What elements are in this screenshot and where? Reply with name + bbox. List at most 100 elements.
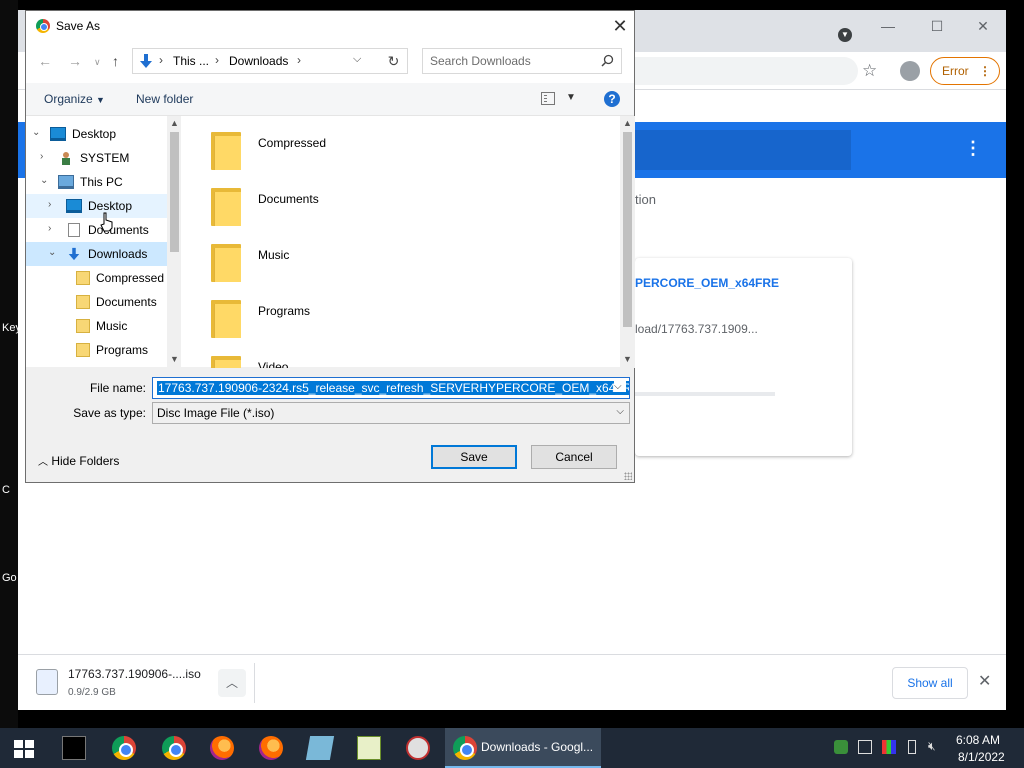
tree-item-label: Compressed — [96, 271, 165, 285]
chevron-up-icon: ︿ — [38, 457, 48, 468]
file-list: Compressed Documents Music Programs Vide… — [183, 116, 620, 368]
volume-muted-icon[interactable]: 🔇︎ — [928, 739, 942, 753]
chevron-right-icon[interactable]: › — [297, 53, 301, 67]
tree-item-this-pc[interactable]: ⌄ This PC — [26, 170, 181, 194]
chevron-right-icon[interactable]: › — [48, 223, 58, 234]
desktop-icon-label[interactable]: Go — [2, 572, 17, 584]
scroll-down-icon[interactable]: ▼ — [623, 354, 632, 364]
firefox-icon[interactable] — [210, 736, 234, 760]
back-arrow-icon[interactable]: ← — [38, 53, 52, 69]
chevron-right-icon[interactable]: › — [40, 151, 50, 162]
notepad-icon[interactable] — [357, 736, 381, 760]
up-arrow-icon[interactable]: ↑ — [112, 53, 119, 69]
list-item[interactable]: Video — [183, 346, 583, 368]
hide-folders-button[interactable]: ︿ Hide Folders — [38, 453, 119, 468]
list-item[interactable]: Compressed — [183, 122, 583, 178]
search-input[interactable] — [423, 49, 593, 73]
scroll-up-icon[interactable]: ▲ — [170, 118, 179, 128]
new-folder-button[interactable]: New folder — [136, 92, 193, 106]
show-all-button[interactable]: Show all — [892, 667, 968, 699]
tree-item-system[interactable]: › SYSTEM — [26, 146, 181, 170]
file-list-scrollbar[interactable]: ▲ ▼ — [620, 116, 635, 368]
chevron-right-icon[interactable]: › — [215, 53, 219, 67]
user-icon — [62, 152, 70, 165]
chrome-icon[interactable] — [162, 736, 186, 760]
organize-button[interactable]: Organize ▼ — [44, 92, 105, 106]
downloads-search-bar[interactable] — [635, 130, 851, 170]
change-view-icon[interactable] — [541, 92, 555, 105]
refresh-icon[interactable]: ↻ — [380, 48, 408, 74]
tree-item-desktop[interactable]: ⌄ Desktop — [26, 122, 181, 146]
download-file-link[interactable]: PERCORE_OEM_x64FRE — [635, 276, 779, 290]
chevron-up-icon[interactable]: ︿ — [218, 669, 246, 697]
save-type-select[interactable]: Disc Image File (*.iso) ⌵ — [152, 402, 630, 424]
minimize-icon[interactable]: — — [873, 18, 903, 38]
download-arrow-icon — [68, 247, 80, 261]
save-button[interactable]: Save — [431, 445, 517, 469]
display-icon[interactable] — [882, 740, 896, 754]
chevron-down-icon[interactable]: ⌄ — [48, 247, 58, 258]
cancel-button[interactable]: Cancel — [531, 445, 617, 469]
tree-item-music[interactable]: Music — [26, 314, 181, 338]
list-item[interactable]: Music — [183, 234, 583, 290]
scrollbar-thumb[interactable] — [623, 132, 632, 327]
clock-time[interactable]: 6:08 AM — [956, 733, 1000, 747]
maximize-icon[interactable]: ☐ — [922, 18, 952, 38]
tree-item-compressed[interactable]: Compressed — [26, 266, 181, 290]
omnibox[interactable] — [618, 57, 858, 85]
list-item[interactable]: Programs — [183, 290, 583, 346]
browse-area: ⌄ Desktop › SYSTEM ⌄ This PC › Desktop ›… — [26, 115, 635, 368]
address-bar[interactable]: › This ... › Downloads › ⌵ — [132, 48, 402, 74]
bookmark-star-icon[interactable]: ☆ — [862, 61, 877, 81]
tab-search-icon[interactable]: ▼ — [830, 26, 860, 46]
battery-icon[interactable] — [908, 740, 916, 754]
recent-locations-icon[interactable]: ∨ — [94, 57, 101, 68]
save-as-dialog: Save As ✕ ← → ∨ ↑ › This ... › Downloads… — [25, 10, 635, 483]
file-name: Documents — [258, 192, 319, 206]
close-icon[interactable]: ✕ — [968, 18, 998, 38]
tree-item-documents-sub[interactable]: Documents — [26, 290, 181, 314]
tree-item-programs[interactable]: Programs — [26, 338, 181, 362]
network-icon[interactable] — [858, 740, 872, 754]
chrome-icon[interactable] — [112, 736, 136, 760]
menu-dots-icon[interactable]: ⋮ — [979, 58, 991, 84]
help-icon[interactable]: ? — [604, 91, 620, 107]
chevron-down-icon[interactable]: ▼ — [566, 92, 576, 103]
app-icon[interactable] — [406, 736, 430, 760]
chevron-right-icon[interactable]: › — [159, 53, 163, 67]
chevron-down-icon[interactable]: ⌵ — [614, 381, 626, 392]
scroll-down-icon[interactable]: ▼ — [170, 354, 179, 364]
chevron-down-icon[interactable]: ⌄ — [40, 175, 50, 186]
more-options-icon[interactable]: ⋮ — [964, 138, 982, 159]
windows-start-icon[interactable] — [14, 740, 34, 758]
chevron-down-icon[interactable]: ⌵ — [353, 53, 361, 66]
scroll-up-icon[interactable]: ▲ — [623, 118, 632, 128]
tree-item-downloads[interactable]: ⌄ Downloads — [26, 242, 181, 266]
profile-error-button[interactable]: Error ⋮ — [930, 57, 1000, 85]
clock-date[interactable]: 8/1/2022 — [958, 750, 1005, 764]
scrollbar-thumb[interactable] — [170, 132, 179, 252]
terminal-icon[interactable] — [62, 736, 86, 760]
firefox-icon[interactable] — [259, 736, 283, 760]
desktop-icon-label[interactable]: C — [2, 484, 10, 496]
forward-arrow-icon[interactable]: → — [68, 53, 82, 69]
file-name-input[interactable]: 17763.737.190906-2324.rs5_release_svc_re… — [152, 377, 630, 399]
tray-app-icon[interactable] — [834, 740, 848, 754]
address-segment-downloads[interactable]: Downloads — [229, 54, 288, 68]
hand-cursor-icon — [100, 212, 113, 232]
close-shelf-icon[interactable]: ✕ — [978, 671, 991, 691]
chevron-right-icon[interactable]: › — [48, 199, 58, 210]
save-type-row: Save as type: Disc Image File (*.iso) ⌵ — [26, 402, 634, 424]
chrome-logo-icon — [36, 19, 50, 33]
tree-scrollbar[interactable]: ▲ ▼ — [167, 116, 181, 368]
dialog-close-icon[interactable]: ✕ — [606, 11, 634, 41]
app-icon[interactable] — [305, 736, 335, 760]
chevron-down-icon[interactable]: ⌄ — [32, 127, 42, 138]
address-segment-this-pc[interactable]: This ... — [173, 54, 209, 68]
list-item[interactable]: Documents — [183, 178, 583, 234]
taskbar-active-window[interactable]: Downloads - Googl... — [445, 728, 601, 768]
shelf-file-name[interactable]: 17763.737.190906-....iso — [68, 667, 201, 681]
resize-grip-icon[interactable] — [624, 472, 632, 480]
search-box[interactable] — [422, 48, 622, 74]
profile-avatar[interactable] — [900, 61, 920, 81]
